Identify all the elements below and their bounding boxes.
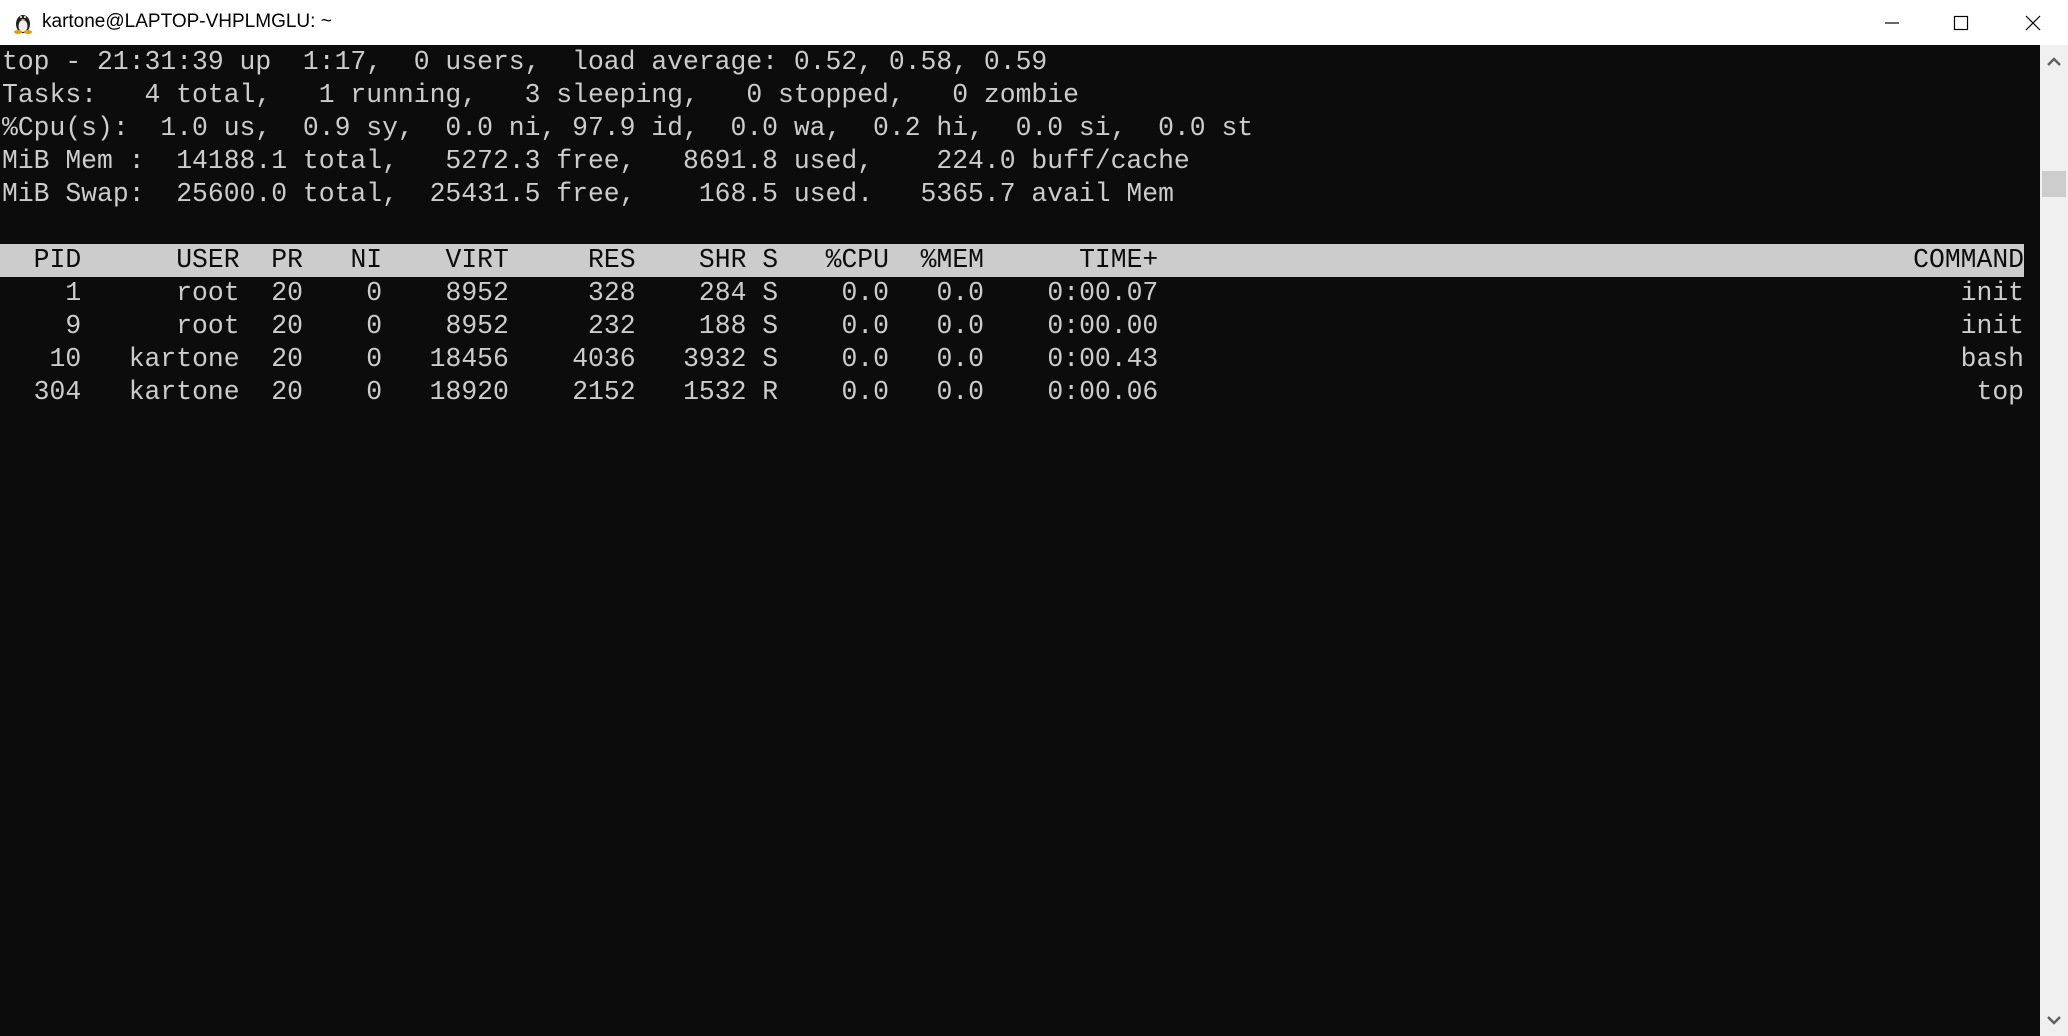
summary-swap-line: MiB Swap: 25600.0 total, 25431.5 free, 1… <box>2 179 1174 209</box>
cell-virt: 8952 <box>445 278 509 308</box>
cell-virt: 8952 <box>445 311 509 341</box>
column-header-ni: NI <box>350 245 383 275</box>
cell-ni: 0 <box>366 311 383 341</box>
cell-pid: 1 <box>65 278 82 308</box>
column-header-command: COMMAND <box>1913 245 2024 275</box>
vertical-scrollbar[interactable] <box>2040 45 2068 1036</box>
cell-cpu: 0.0 <box>841 278 889 308</box>
cell-ni: 0 <box>366 278 383 308</box>
column-header-pr: PR <box>271 245 303 275</box>
column-header-res: RES <box>588 245 636 275</box>
scroll-down-arrow-icon[interactable] <box>2045 1013 2063 1027</box>
cell-cpu: 0.0 <box>841 344 889 374</box>
cell-state: S <box>762 311 779 341</box>
cell-pr: 20 <box>271 377 303 407</box>
maximize-button[interactable] <box>1927 0 1995 45</box>
cell-command: top <box>1976 377 2024 407</box>
cell-cpu: 0.0 <box>841 311 889 341</box>
cell-command: bash <box>1960 344 2024 374</box>
cell-pr: 20 <box>271 311 303 341</box>
scrollbar-thumb[interactable] <box>2042 171 2066 197</box>
cell-pid: 304 <box>33 377 82 407</box>
cell-shr: 188 <box>698 311 747 341</box>
cell-ni: 0 <box>366 344 383 374</box>
cell-command: init <box>1960 278 2024 308</box>
cell-pid: 9 <box>65 311 82 341</box>
cell-ni: 0 <box>366 377 383 407</box>
cell-state: R <box>762 377 779 407</box>
cell-shr: 284 <box>698 278 747 308</box>
cell-res: 2152 <box>572 377 636 407</box>
column-header-state: S <box>762 245 779 275</box>
scroll-up-arrow-icon[interactable] <box>2045 55 2063 69</box>
cell-time: 0:00.00 <box>1047 311 1159 341</box>
column-header-virt: VIRT <box>445 245 509 275</box>
minimize-button[interactable] <box>1858 0 1926 45</box>
column-header-pid: PID <box>33 245 82 275</box>
cell-user: kartone <box>128 344 240 374</box>
cell-mem: 0.0 <box>936 278 985 308</box>
summary-tasks-line: Tasks: 4 total, 1 running, 3 sleeping, 0… <box>2 80 1079 110</box>
title-bar: kartone@LAPTOP-VHPLMGLU: ~ <box>0 0 2068 45</box>
column-header-cpu: %CPU <box>825 245 889 275</box>
summary-mem-line: MiB Mem : 14188.1 total, 5272.3 free, 86… <box>2 146 1190 176</box>
column-header-shr: SHR <box>698 245 747 275</box>
column-header-time: TIME+ <box>1079 245 1159 275</box>
column-header-mem: %MEM <box>920 245 985 275</box>
cell-res: 328 <box>588 278 636 308</box>
cell-command: init <box>1960 311 2024 341</box>
cell-cpu: 0.0 <box>841 377 889 407</box>
table-header-row: PID USER PR NI VIRT RES SHR S %CPU %MEM TIME+ COMMA… <box>0 244 2024 277</box>
close-icon <box>2025 15 2041 30</box>
cell-state: S <box>762 344 779 374</box>
cell-virt: 18456 <box>429 344 509 374</box>
cell-shr: 3932 <box>683 344 747 374</box>
cell-user: kartone <box>128 377 240 407</box>
window-title: kartone@LAPTOP-VHPLMGLU: ~ <box>42 11 332 32</box>
cell-time: 0:00.07 <box>1047 278 1159 308</box>
summary-uptime-line: top - 21:31:39 up 1:17, 0 users, load av… <box>2 47 1048 77</box>
cell-res: 4036 <box>572 344 636 374</box>
close-button[interactable] <box>1998 0 2068 45</box>
column-header-user: USER <box>176 245 240 275</box>
cell-pid: 10 <box>49 344 82 374</box>
cell-mem: 0.0 <box>936 344 985 374</box>
linux-penguin-icon <box>14 15 32 34</box>
terminal-output[interactable]: top - 21:31:39 up 1:17, 0 users, load av… <box>0 45 2040 1036</box>
minimize-icon <box>1885 21 1899 24</box>
cell-pr: 20 <box>271 278 303 308</box>
table-row: 9 root 20 0 8952 232 188 S 0.0 0.0 0:00.00 init <box>2 310 2024 343</box>
cell-time: 0:00.43 <box>1047 344 1159 374</box>
table-row: 304 kartone 20 0 18920 2152 1532 R 0.0 0.0 0:00.06… <box>2 376 2024 409</box>
cell-pr: 20 <box>271 344 303 374</box>
cell-virt: 18920 <box>429 377 509 407</box>
cell-mem: 0.0 <box>936 377 985 407</box>
cell-user: root <box>176 311 240 341</box>
cell-state: S <box>762 278 779 308</box>
maximize-icon <box>1953 15 1969 30</box>
cell-mem: 0.0 <box>936 311 985 341</box>
cell-res: 232 <box>588 311 636 341</box>
cell-time: 0:00.06 <box>1047 377 1159 407</box>
table-row: 10 kartone 20 0 18456 4036 3932 S 0.0 0.0 0:00.43 b… <box>2 343 2025 376</box>
cell-shr: 1532 <box>683 377 747 407</box>
summary-cpu-line: %Cpu(s): 1.0 us, 0.9 sy, 0.0 ni, 97.9 id… <box>2 113 1254 143</box>
cell-user: root <box>176 278 240 308</box>
table-row: 1 root 20 0 8952 328 284 S 0.0 0.0 0:00.07 init <box>2 277 2024 310</box>
